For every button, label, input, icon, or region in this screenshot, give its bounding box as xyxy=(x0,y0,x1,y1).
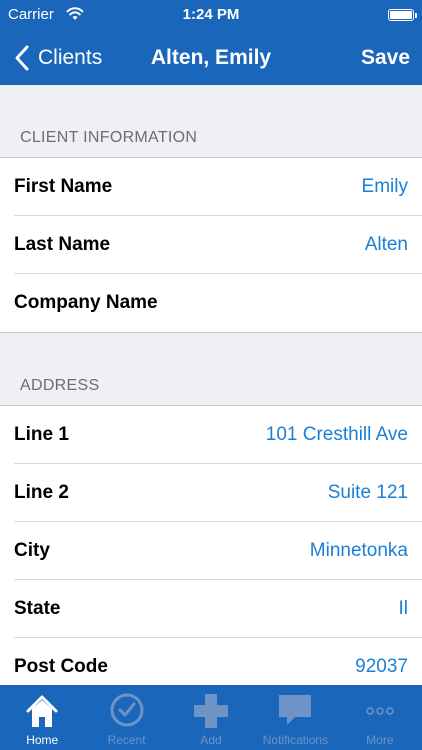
company-name-label: Company Name xyxy=(14,292,158,313)
post-code-row[interactable]: Post Code 92037 xyxy=(14,638,422,685)
first-name-label: First Name xyxy=(14,175,113,197)
line-1-label: Line 1 xyxy=(14,423,69,445)
last-name-value[interactable]: Alten xyxy=(365,234,408,256)
clock-icon xyxy=(110,693,144,727)
battery-icon xyxy=(388,9,414,21)
line-2-label: Line 2 xyxy=(14,481,69,503)
last-name-label: Last Name xyxy=(14,233,111,255)
address-group: Line 1 101 Cresthill Ave Line 2 Suite 12… xyxy=(0,406,422,685)
more-dots-icon xyxy=(366,707,394,715)
line-2-value[interactable]: Suite 121 xyxy=(328,482,408,504)
tab-bar: Home Recent Add Notifications More xyxy=(0,685,422,750)
first-name-value[interactable]: Emily xyxy=(362,176,408,198)
status-bar: Carrier 1:24 PM xyxy=(0,0,422,30)
section-header-address: ADDRESS xyxy=(0,333,422,406)
state-label: State xyxy=(14,597,61,619)
city-label: City xyxy=(14,539,50,561)
tab-home[interactable]: Home xyxy=(0,685,84,750)
section-header-client-information: CLIENT INFORMATION xyxy=(0,85,422,158)
form-content[interactable]: CLIENT INFORMATION First Name Emily Last… xyxy=(0,85,422,685)
tab-label: Notifications xyxy=(262,733,329,747)
state-row[interactable]: State Il xyxy=(14,580,422,638)
first-name-row[interactable]: First Name Emily xyxy=(14,158,422,216)
company-name-row[interactable]: Company Name xyxy=(14,274,422,332)
tab-label: More xyxy=(366,733,394,747)
post-code-value[interactable]: 92037 xyxy=(355,656,408,678)
tab-more[interactable]: More xyxy=(338,685,422,750)
chat-bubble-icon xyxy=(279,695,312,725)
clock-time: 1:24 PM xyxy=(182,6,240,23)
save-button[interactable]: Save xyxy=(361,30,410,85)
line-1-value[interactable]: 101 Cresthill Ave xyxy=(266,424,408,446)
client-information-group: First Name Emily Last Name Alten Company… xyxy=(0,158,422,333)
back-button-label: Clients xyxy=(38,45,103,69)
tab-recent[interactable]: Recent xyxy=(84,685,168,750)
line-1-row[interactable]: Line 1 101 Cresthill Ave xyxy=(14,406,422,464)
back-button[interactable]: Clients xyxy=(10,30,102,85)
chevron-left-icon xyxy=(15,45,29,70)
tab-label: Add xyxy=(200,733,222,747)
navigation-bar: Clients Alten, Emily Save xyxy=(0,30,422,85)
tab-add[interactable]: Add xyxy=(169,685,253,750)
state-value[interactable]: Il xyxy=(399,598,409,620)
tab-label: Home xyxy=(26,733,59,747)
line-2-row[interactable]: Line 2 Suite 121 xyxy=(14,464,422,522)
home-icon xyxy=(26,695,58,727)
plus-icon xyxy=(194,694,229,728)
section-title: CLIENT INFORMATION xyxy=(20,129,198,146)
tab-label: Recent xyxy=(107,733,146,747)
section-title: ADDRESS xyxy=(20,377,100,394)
city-row[interactable]: City Minnetonka xyxy=(14,522,422,580)
battery-tip xyxy=(415,13,417,18)
last-name-row[interactable]: Last Name Alten xyxy=(14,216,422,274)
post-code-label: Post Code xyxy=(14,656,108,677)
tab-notifications[interactable]: Notifications xyxy=(253,685,337,750)
city-value[interactable]: Minnetonka xyxy=(310,540,408,562)
